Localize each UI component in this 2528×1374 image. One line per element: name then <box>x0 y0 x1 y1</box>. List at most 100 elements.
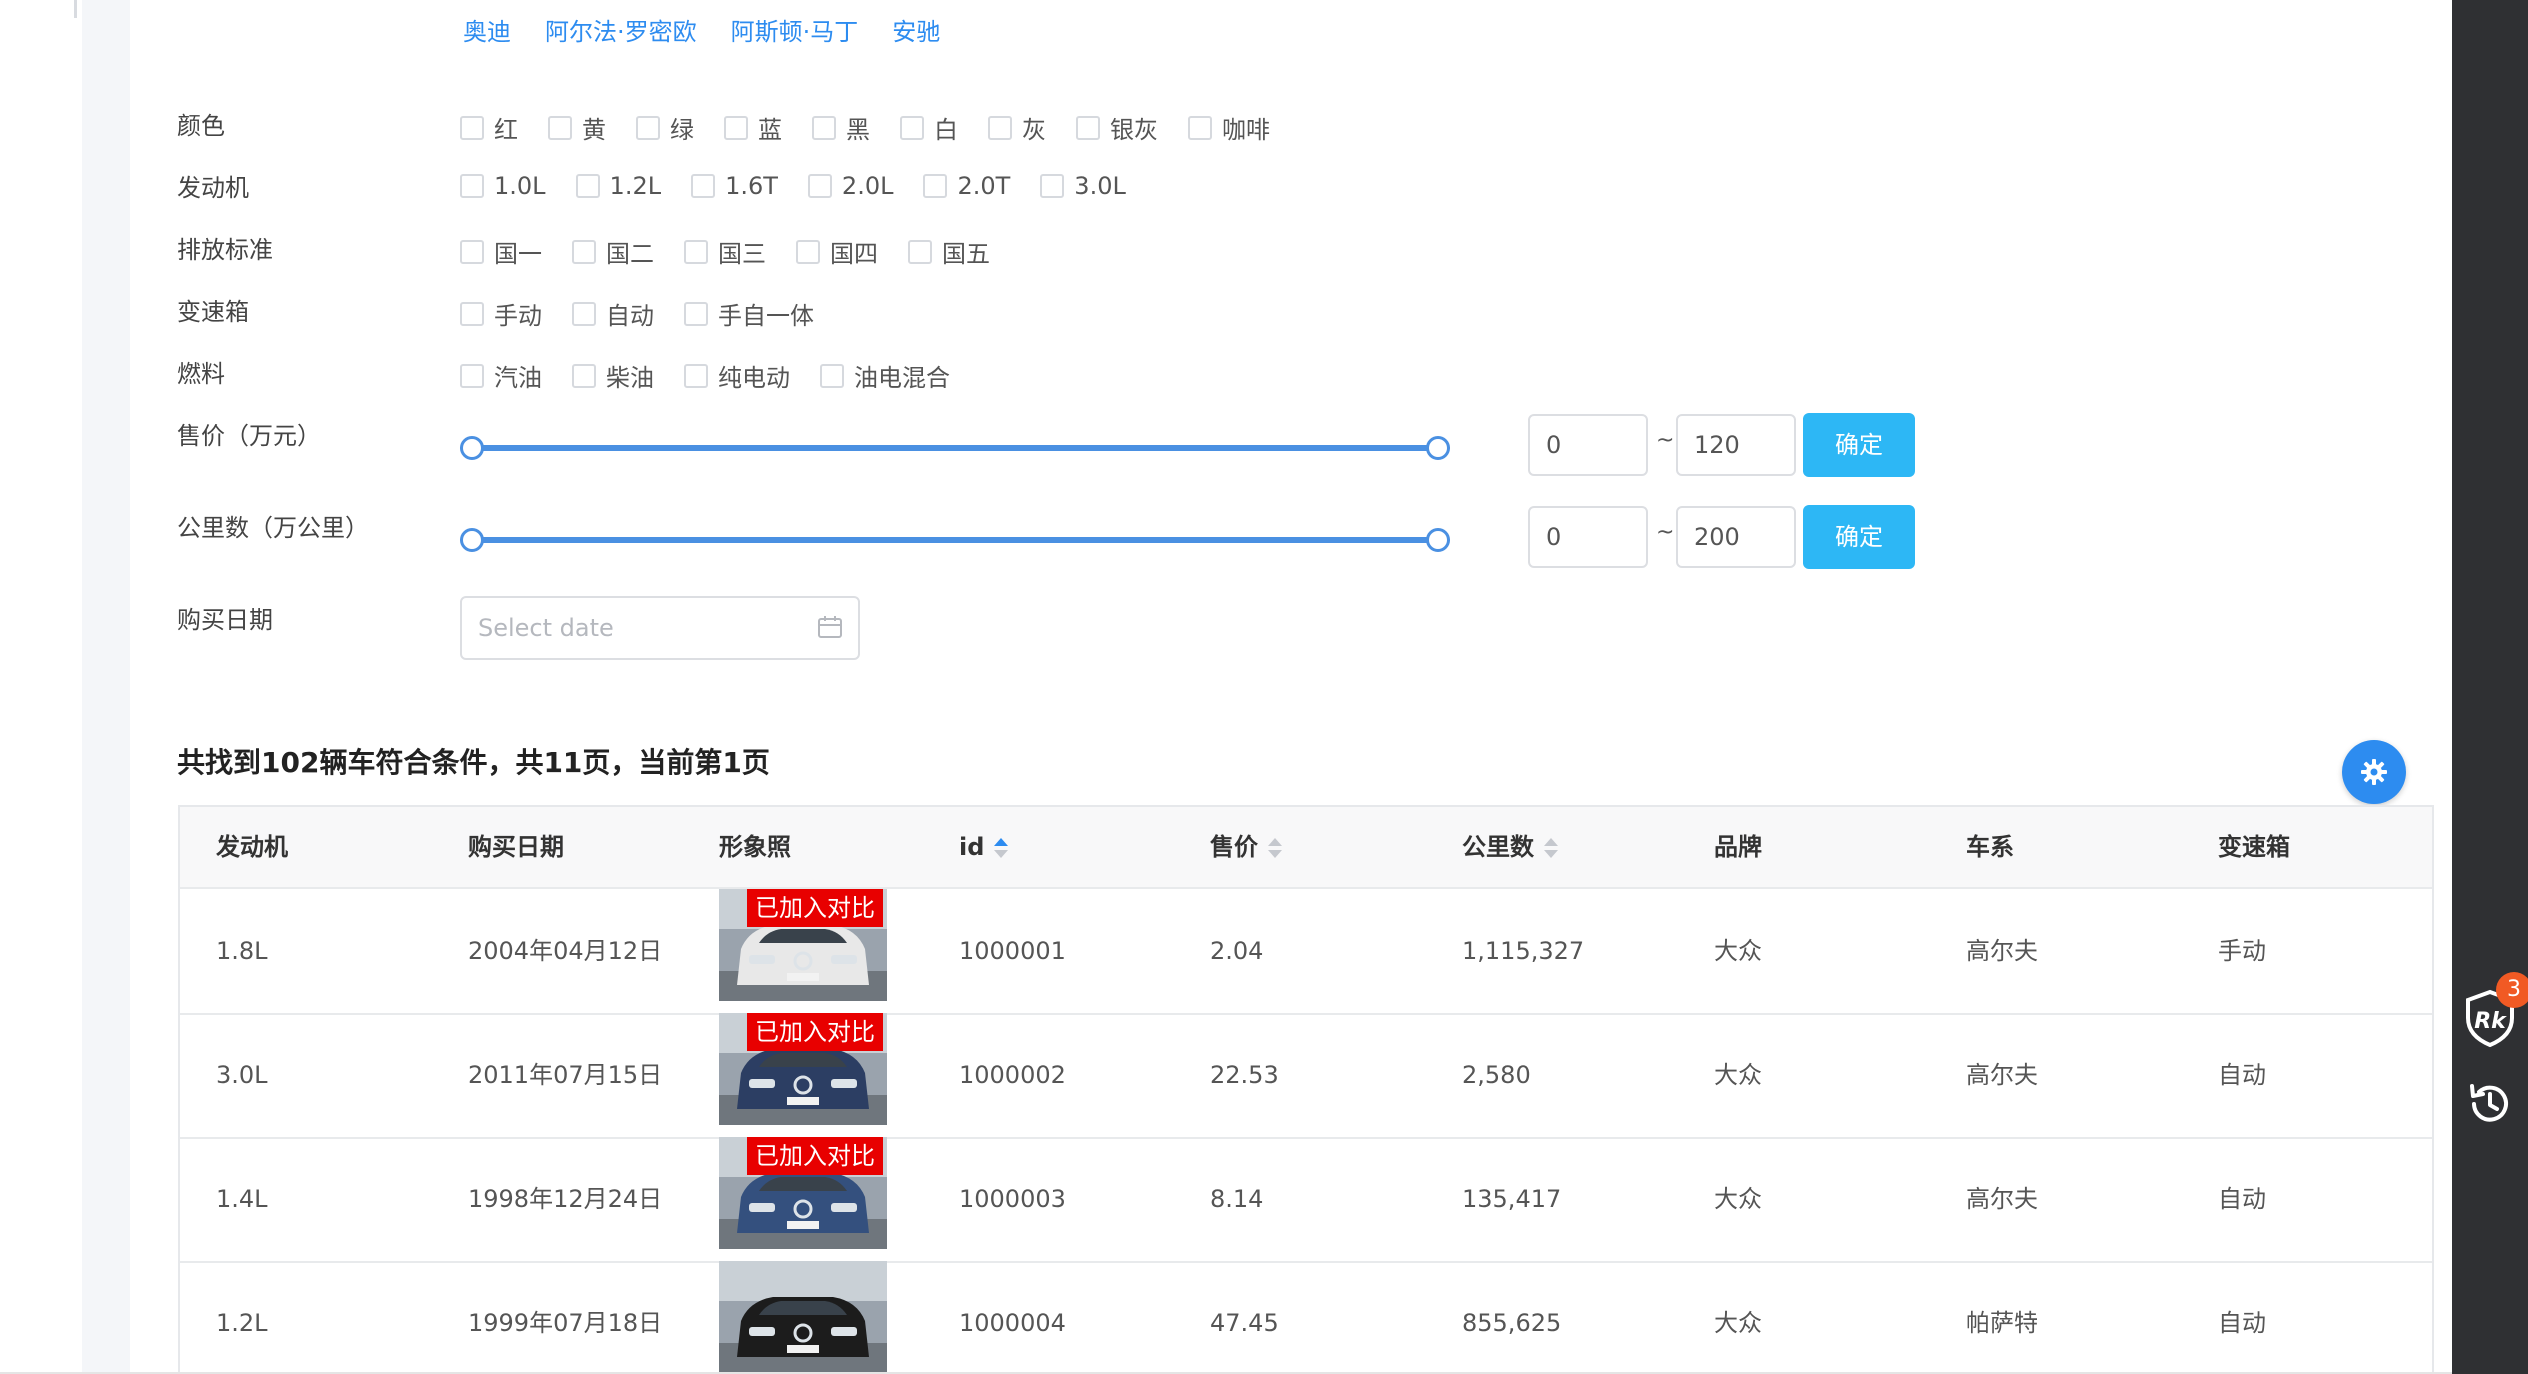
emission-option[interactable]: 国四 <box>796 234 878 269</box>
sort-icon[interactable] <box>994 836 1009 860</box>
mileage-slider[interactable] <box>460 526 1450 554</box>
brand-link[interactable]: 阿斯顿·马丁 <box>731 12 859 47</box>
table-header: 发动机 购买日期 形象照 id 售价 公里数 品牌 车系 变速箱 <box>180 807 2432 889</box>
color-option[interactable]: 黄 <box>548 110 606 145</box>
car-photo[interactable]: 已加入对比 <box>719 889 887 1001</box>
engine-option[interactable]: 2.0T <box>923 172 1010 200</box>
option-label: 红 <box>494 116 518 144</box>
color-option[interactable]: 灰 <box>988 110 1046 145</box>
color-option[interactable]: 白 <box>900 110 958 145</box>
brand-link[interactable]: 奥迪 <box>463 12 511 47</box>
checkbox[interactable] <box>572 301 596 326</box>
car-photo[interactable] <box>719 1261 887 1372</box>
col-price[interactable]: 售价 <box>1210 807 1282 887</box>
cell-engine: 1.8L <box>216 937 268 965</box>
table-row[interactable]: 1.4L 1998年12月24日 已加入对比 1000003 8.14 135,… <box>180 1137 2432 1263</box>
slider-handle-max[interactable] <box>1426 436 1450 460</box>
checkbox[interactable] <box>460 301 484 326</box>
checkbox[interactable] <box>572 363 596 388</box>
checkbox[interactable] <box>575 174 600 198</box>
checkbox[interactable] <box>460 115 484 140</box>
slider-handle-min[interactable] <box>460 528 484 552</box>
emission-option[interactable]: 国二 <box>572 234 654 269</box>
checkbox[interactable] <box>820 363 844 388</box>
fuel-option[interactable]: 油电混合 <box>820 358 950 393</box>
checkbox[interactable] <box>908 239 932 264</box>
color-option[interactable]: 黑 <box>812 110 870 145</box>
compare-tag[interactable]: 已加入对比 <box>747 1013 883 1051</box>
checkbox[interactable] <box>1040 174 1065 198</box>
checkbox[interactable] <box>460 174 484 198</box>
table-row[interactable]: 1.8L 2004年04月12日 已加入对比 1000001 2.04 1,11… <box>180 889 2432 1015</box>
engine-option[interactable]: 1.2L <box>575 172 661 200</box>
engine-option[interactable]: 2.0L <box>807 172 893 200</box>
checkbox[interactable] <box>812 115 836 140</box>
mileage-min-input[interactable]: 0 <box>1528 506 1648 568</box>
checkbox[interactable] <box>636 115 660 140</box>
compare-tag[interactable]: 已加入对比 <box>747 889 883 927</box>
cell-id: 1000001 <box>959 937 1066 965</box>
color-option[interactable]: 红 <box>460 110 518 145</box>
mileage-confirm-button[interactable]: 确定 <box>1803 505 1915 569</box>
engine-option[interactable]: 1.0L <box>460 172 546 200</box>
option-label: 蓝 <box>758 116 782 144</box>
checkbox[interactable] <box>724 115 748 140</box>
checkbox[interactable] <box>807 174 832 198</box>
engine-option[interactable]: 1.6T <box>691 172 778 200</box>
emission-option[interactable]: 国五 <box>908 234 990 269</box>
checkbox[interactable] <box>988 115 1012 140</box>
col-id[interactable]: id <box>959 807 1009 887</box>
purchase-date-input[interactable]: Select date <box>460 596 860 660</box>
checkbox[interactable] <box>1076 115 1100 140</box>
color-option[interactable]: 银灰 <box>1076 110 1158 145</box>
brand-link[interactable]: 阿尔法·罗密欧 <box>545 12 697 47</box>
compare-tag[interactable]: 已加入对比 <box>747 1137 883 1175</box>
emission-option[interactable]: 国三 <box>684 234 766 269</box>
gearbox-option[interactable]: 自动 <box>572 296 654 331</box>
sort-icon[interactable] <box>1544 836 1558 860</box>
price-slider[interactable] <box>460 434 1450 462</box>
history-button[interactable] <box>2464 1078 2516 1130</box>
checkbox[interactable] <box>548 115 572 140</box>
gearbox-option[interactable]: 手自一体 <box>684 296 814 331</box>
checkbox[interactable] <box>684 239 708 264</box>
fuel-option[interactable]: 纯电动 <box>684 358 790 393</box>
checkbox[interactable] <box>691 174 716 198</box>
color-option[interactable]: 咖啡 <box>1188 110 1270 145</box>
color-option[interactable]: 蓝 <box>724 110 782 145</box>
checkbox[interactable] <box>460 239 484 264</box>
color-option[interactable]: 绿 <box>636 110 694 145</box>
table-row[interactable]: 1.2L 1999年07月18日 1000004 47.45 855,625 大… <box>180 1261 2432 1372</box>
slider-track <box>460 537 1450 543</box>
checkbox[interactable] <box>460 363 484 388</box>
table-row[interactable]: 3.0L 2011年07月15日 已加入对比 1000002 22.53 2,5… <box>180 1013 2432 1139</box>
calendar-icon <box>818 616 842 638</box>
gearbox-option[interactable]: 手动 <box>460 296 542 331</box>
mileage-max-input[interactable]: 200 <box>1676 506 1796 568</box>
sort-icon[interactable] <box>1268 836 1282 860</box>
price-min-input[interactable]: 0 <box>1528 414 1648 476</box>
slider-handle-min[interactable] <box>460 436 484 460</box>
cell-id: 1000002 <box>959 1061 1066 1089</box>
slider-handle-max[interactable] <box>1426 528 1450 552</box>
cell-brand: 大众 <box>1714 1185 1762 1213</box>
checkbox[interactable] <box>796 239 820 264</box>
emission-option[interactable]: 国一 <box>460 234 542 269</box>
checkbox[interactable] <box>1188 115 1212 140</box>
price-confirm-button[interactable]: 确定 <box>1803 413 1915 477</box>
car-photo[interactable]: 已加入对比 <box>719 1137 887 1249</box>
car-photo[interactable]: 已加入对比 <box>719 1013 887 1125</box>
checkbox[interactable] <box>572 239 596 264</box>
option-label: 纯电动 <box>718 364 790 392</box>
checkbox[interactable] <box>923 174 948 198</box>
col-km[interactable]: 公里数 <box>1462 807 1558 887</box>
price-max-input[interactable]: 120 <box>1676 414 1796 476</box>
table-settings-button[interactable] <box>2342 740 2406 804</box>
fuel-option[interactable]: 柴油 <box>572 358 654 393</box>
checkbox[interactable] <box>684 301 708 326</box>
fuel-option[interactable]: 汽油 <box>460 358 542 393</box>
engine-option[interactable]: 3.0L <box>1040 172 1126 200</box>
checkbox[interactable] <box>900 115 924 140</box>
brand-link[interactable]: 安驰 <box>892 12 940 47</box>
checkbox[interactable] <box>684 363 708 388</box>
